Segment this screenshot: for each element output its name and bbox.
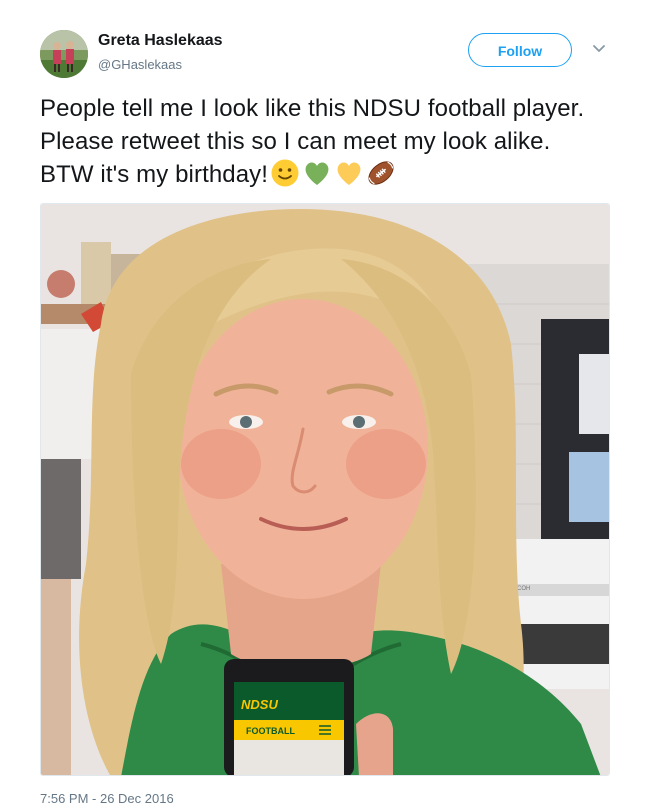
follow-button[interactable]: Follow: [468, 33, 572, 67]
tweet-timestamp[interactable]: 7:56 PM - 26 Dec 2016: [40, 791, 174, 806]
user-handle[interactable]: @GHaslekaas: [98, 57, 182, 72]
yellow-heart-icon: [334, 158, 364, 188]
avatar[interactable]: [40, 30, 88, 78]
tweet-text: People tell me I look like this NDSU foo…: [40, 92, 610, 191]
slightly-smiling-face-icon: [270, 158, 300, 188]
american-football-icon: [366, 158, 396, 188]
green-heart-icon: [302, 158, 332, 188]
chevron-down-icon[interactable]: [590, 40, 608, 58]
phone-logo-text: NDSU: [241, 697, 278, 712]
phone-menu-label: FOOTBALL: [246, 726, 295, 736]
user-name[interactable]: Greta Haslekaas: [98, 32, 223, 50]
selfie-image: RICOH NDSU FOOTBALL: [41, 204, 609, 775]
tweet-photo[interactable]: RICOH NDSU FOOTBALL: [40, 203, 610, 776]
avatar-image: [40, 30, 88, 78]
tweet-card: Greta Haslekaas @GHaslekaas Follow Peopl…: [0, 0, 650, 811]
